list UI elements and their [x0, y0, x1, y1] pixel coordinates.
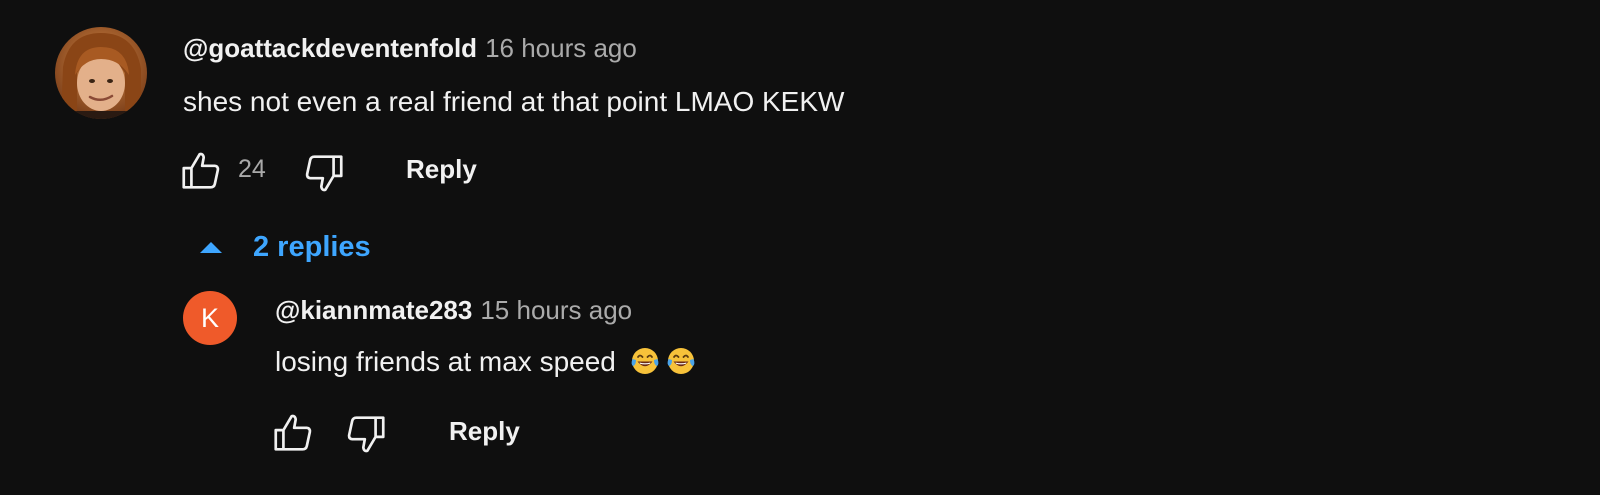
reply-text: losing friends at max speed	[275, 346, 616, 377]
reply-dislike-button[interactable]	[343, 411, 389, 457]
like-button[interactable]	[178, 148, 224, 194]
replies-count-label: 2 replies	[253, 230, 371, 263]
thumb-down-icon	[305, 155, 343, 192]
reply-timestamp[interactable]: 15 hours ago	[480, 295, 632, 325]
reply-header: @kiannmate283 15 hours ago	[275, 294, 632, 326]
thumb-down-icon	[347, 416, 385, 453]
tears-of-joy-emoji-icon	[666, 346, 696, 376]
reply-like-button[interactable]	[270, 410, 316, 456]
tears-of-joy-emoji-icon	[630, 346, 660, 376]
dislike-button[interactable]	[301, 150, 347, 196]
reply-avatar[interactable]: K	[183, 291, 237, 345]
reply-button[interactable]: Reply	[406, 153, 477, 185]
like-count: 24	[238, 155, 266, 183]
caret-up-icon	[200, 241, 222, 253]
replies-toggle[interactable]: 2 replies	[196, 228, 371, 266]
thumb-up-icon	[274, 414, 312, 451]
comment-timestamp[interactable]: 16 hours ago	[485, 33, 637, 63]
comment-header: @goattackdeventenfold 16 hours ago	[183, 32, 637, 64]
thumb-up-icon	[182, 152, 220, 189]
comment-avatar[interactable]	[55, 27, 147, 119]
comment-author[interactable]: @goattackdeventenfold	[183, 33, 477, 63]
reply-author[interactable]: @kiannmate283	[275, 295, 472, 325]
comment-text: shes not even a real friend at that poin…	[183, 86, 845, 117]
user-photo-icon	[55, 27, 147, 119]
reply-reply-button[interactable]: Reply	[449, 415, 520, 447]
reply-text-line: losing friends at max speed	[275, 344, 696, 380]
